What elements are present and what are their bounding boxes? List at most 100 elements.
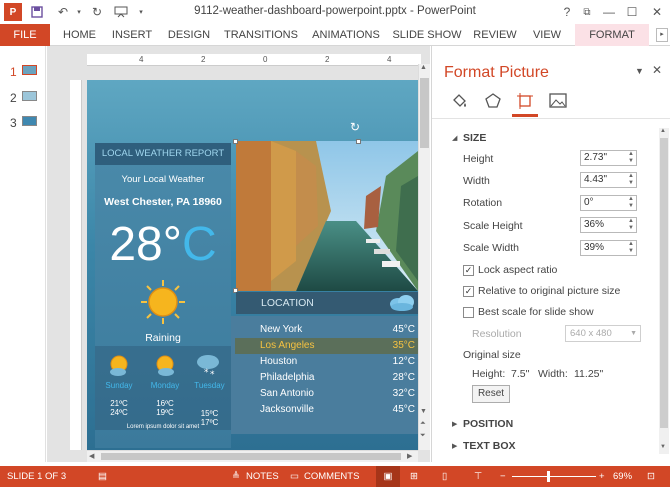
rotation-input[interactable]: 0° ▲ ▼ — [580, 195, 637, 211]
expand-position-icon[interactable]: ▶ — [452, 420, 457, 428]
scale-height-input[interactable]: 36% ▲ ▼ — [580, 217, 637, 233]
tab-transitions[interactable]: TRANSITIONS — [222, 24, 300, 46]
sun-cloud-icon — [106, 352, 132, 378]
rotate-handle-icon[interactable]: ↻ — [350, 120, 360, 134]
minimize-button[interactable]: — — [600, 3, 618, 21]
pane-divider — [432, 118, 670, 119]
relative-size-checkbox[interactable]: ✓ — [463, 286, 474, 297]
picture-icon[interactable] — [549, 92, 567, 113]
best-scale-label[interactable]: Best scale for slide show — [478, 306, 594, 318]
ribbon-display-icon[interactable]: ⧉ — [578, 3, 596, 21]
scrollbar-thumb[interactable] — [101, 453, 401, 460]
zoom-slider[interactable] — [512, 476, 596, 477]
width-input[interactable]: 4.43" ▲ ▼ — [580, 172, 637, 188]
zoom-slider-thumb[interactable] — [547, 471, 551, 482]
spinner-icon[interactable]: ▲ ▼ — [628, 196, 634, 210]
ribbon-scroll-right-icon[interactable]: ▸ — [656, 28, 668, 42]
resize-handle[interactable] — [233, 139, 238, 144]
scrollbar-thumb[interactable] — [420, 78, 429, 148]
resize-handle[interactable] — [356, 139, 361, 144]
tab-home[interactable]: HOME — [57, 24, 102, 46]
slide-thumbnail-2[interactable] — [22, 91, 37, 101]
fill-line-icon[interactable] — [450, 92, 468, 113]
slideshow-view-icon[interactable]: ⊤ — [474, 466, 482, 487]
tab-slide-show[interactable]: SLIDE SHOW — [392, 24, 462, 46]
horizontal-scrollbar[interactable]: ◀ ▶ — [87, 450, 418, 462]
pane-close-icon[interactable]: ✕ — [652, 63, 662, 77]
tab-animations[interactable]: ANIMATIONS — [308, 24, 384, 46]
textbox-section-header[interactable]: TEXT BOX — [463, 440, 516, 452]
next-slide-icon[interactable]: ⏷ — [420, 432, 426, 440]
city-row[interactable]: San Antonio 32°C — [231, 386, 419, 402]
lock-aspect-checkbox[interactable]: ✓ — [463, 265, 474, 276]
pane-scrollbar[interactable]: ▲ ▼ — [659, 128, 669, 454]
expand-textbox-icon[interactable]: ▶ — [452, 442, 457, 450]
tab-design[interactable]: DESIGN — [164, 24, 214, 46]
city-row[interactable]: Philadelphia 28°C — [231, 370, 419, 386]
city-temperature-list[interactable]: New York 45°C Los Angeles 35°C Houston 12°C… — [231, 316, 419, 434]
maximize-button[interactable]: ☐ — [623, 3, 641, 21]
canal-photo[interactable] — [236, 141, 418, 291]
close-button[interactable]: ✕ — [648, 3, 666, 21]
slide-thumbnail-3[interactable] — [22, 116, 37, 126]
city-row[interactable]: Houston 12°C — [231, 354, 419, 370]
zoom-out-icon[interactable]: − — [500, 466, 506, 487]
fit-to-window-icon[interactable]: ⊡ — [647, 466, 655, 487]
spinner-icon[interactable]: ▲ ▼ — [628, 173, 634, 187]
chevron-down-icon: ▼ — [630, 330, 637, 337]
weather-subtitle[interactable]: Your Local Weather — [95, 174, 231, 185]
weather-condition[interactable]: Raining — [95, 332, 231, 344]
slide-thumbnail-1[interactable] — [22, 65, 37, 75]
scroll-left-icon[interactable]: ◀ — [89, 452, 94, 460]
zoom-level[interactable]: 69% — [613, 466, 632, 487]
location-bar[interactable]: LOCATION — [236, 292, 418, 314]
spelling-icon[interactable]: ▤ — [98, 466, 107, 487]
size-properties-icon[interactable] — [516, 92, 534, 113]
weather-report-header[interactable]: LOCAL WEATHER REPORT — [95, 143, 231, 165]
scroll-down-icon[interactable]: ▼ — [420, 408, 427, 415]
scroll-up-icon[interactable]: ▲ — [660, 128, 666, 134]
previous-slide-icon[interactable]: ⏶ — [420, 420, 426, 428]
pane-options-icon[interactable]: ▼ — [635, 66, 644, 76]
position-section-header[interactable]: POSITION — [463, 418, 513, 430]
tab-view[interactable]: VIEW — [528, 24, 566, 46]
scroll-up-icon[interactable]: ▲ — [420, 64, 427, 71]
current-temperature[interactable]: 28°C — [95, 215, 231, 275]
comments-button[interactable]: COMMENTS — [304, 466, 359, 487]
city-row[interactable]: New York 45°C — [231, 322, 419, 338]
slide-sorter-icon[interactable]: ⊞ — [410, 466, 418, 487]
slide-footer-text[interactable]: Lorem ipsum dolor sit amet — [95, 424, 231, 430]
help-icon[interactable]: ? — [558, 3, 576, 21]
tab-review[interactable]: REVIEW — [470, 24, 520, 46]
forecast-temp: 15ºC — [200, 409, 219, 418]
scrollbar-thumb[interactable] — [660, 138, 668, 428]
scroll-down-icon[interactable]: ▼ — [660, 444, 666, 450]
weather-city[interactable]: West Chester, PA 18960 — [95, 196, 231, 208]
city-row-highlighted[interactable]: Los Angeles 35°C — [235, 338, 419, 354]
ruler-mark: 2 — [201, 55, 206, 64]
tab-format[interactable]: FORMAT — [575, 24, 649, 46]
scroll-right-icon[interactable]: ▶ — [407, 452, 412, 460]
collapse-size-icon[interactable]: ◢ — [452, 134, 457, 142]
spinner-icon[interactable]: ▲ ▼ — [628, 218, 634, 232]
notes-button[interactable]: NOTES — [246, 466, 279, 487]
relative-size-label[interactable]: Relative to original picture size — [478, 285, 620, 297]
zoom-in-icon[interactable]: + — [599, 466, 605, 487]
tab-insert[interactable]: INSERT — [108, 24, 156, 46]
normal-view-icon[interactable]: ▣ — [376, 466, 400, 487]
best-scale-checkbox[interactable] — [463, 307, 474, 318]
city-row[interactable]: Jacksonville 45°C — [231, 402, 419, 418]
reading-view-icon[interactable]: ▯ — [442, 466, 447, 487]
scale-width-input[interactable]: 39% ▲ ▼ — [580, 240, 637, 256]
effects-icon[interactable] — [484, 92, 502, 113]
vertical-scrollbar[interactable]: ▲ ▼ ⏶ ⏷ — [418, 64, 430, 450]
spinner-icon[interactable]: ▲ ▼ — [628, 241, 634, 255]
tab-file[interactable]: FILE — [0, 24, 50, 46]
height-input[interactable]: 2.73" ▲ ▼ — [580, 150, 637, 166]
spinner-icon[interactable]: ▲ ▼ — [628, 151, 634, 165]
resolution-select[interactable]: 640 x 480 ▼ — [565, 325, 641, 342]
size-section-header[interactable]: SIZE — [463, 132, 486, 144]
reset-button[interactable]: Reset — [472, 385, 510, 403]
slide-counter[interactable]: SLIDE 1 OF 3 — [7, 466, 66, 487]
lock-aspect-label[interactable]: Lock aspect ratio — [478, 264, 557, 276]
